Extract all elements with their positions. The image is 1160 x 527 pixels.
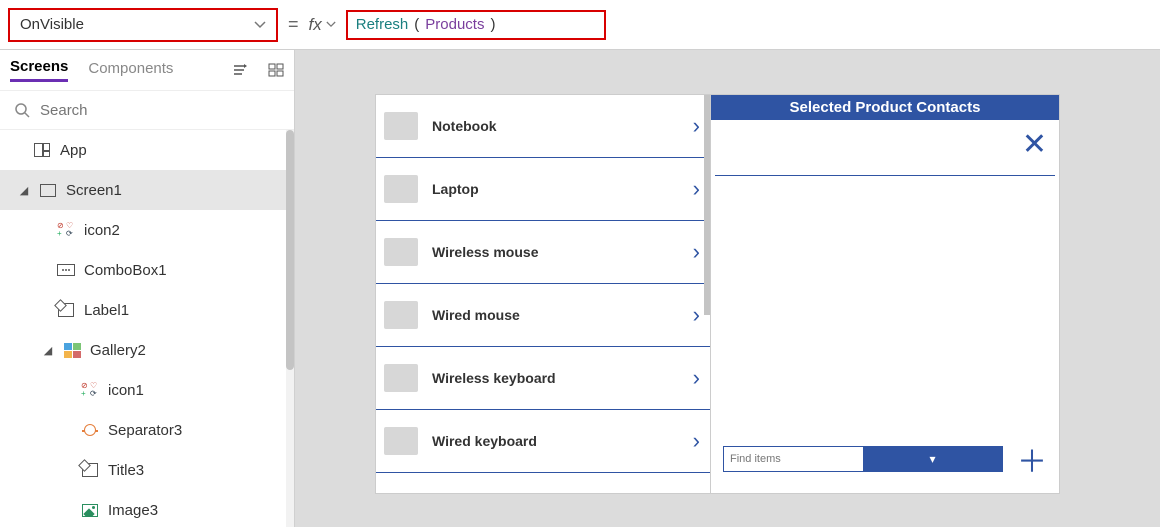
- tree-item-label1[interactable]: Label1: [0, 290, 294, 330]
- separator-icon: [82, 424, 98, 436]
- app-preview: Notebook › Laptop › Wireless mouse › Wir…: [375, 94, 1060, 494]
- tree-item-separator3[interactable]: Separator3: [0, 410, 294, 450]
- formula-token-func: Refresh: [356, 16, 409, 33]
- combobox-placeholder: Find items: [724, 453, 863, 465]
- fx-label[interactable]: fx: [309, 15, 336, 35]
- detail-panel: Selected Product Contacts ✕ Find items ▾…: [711, 95, 1059, 493]
- icon-control-icon: ⊘♡+⟳: [81, 382, 99, 398]
- combobox1-preview[interactable]: Find items ▾: [723, 446, 1003, 472]
- gallery-item[interactable]: Wired mouse ›: [376, 284, 710, 347]
- gallery-item[interactable]: Wireless keyboard ›: [376, 347, 710, 410]
- tree-item-combobox1[interactable]: ComboBox1: [0, 250, 294, 290]
- formula-input[interactable]: Refresh( Products ): [346, 10, 606, 40]
- tree-item-screen1[interactable]: ◢ Screen1: [0, 170, 294, 210]
- chevron-right-icon[interactable]: ›: [693, 176, 700, 202]
- tree-view: App ◢ Screen1 ⊘♡+⟳ icon2 ComboBox1 Label…: [0, 130, 294, 527]
- chevron-right-icon[interactable]: ›: [693, 365, 700, 391]
- tree-scrollbar[interactable]: [286, 130, 294, 527]
- chevron-right-icon[interactable]: ›: [693, 113, 700, 139]
- product-thumb: [384, 238, 418, 266]
- scrollbar-thumb[interactable]: [286, 130, 294, 370]
- gallery-item[interactable]: Laptop ›: [376, 158, 710, 221]
- tab-screens[interactable]: Screens: [10, 58, 68, 82]
- tree-item-image3[interactable]: Image3: [0, 490, 294, 527]
- equals-symbol: =: [288, 14, 299, 35]
- icon-control-icon: ⊘♡+⟳: [57, 222, 75, 238]
- collapse-icon[interactable]: ◢: [18, 184, 30, 197]
- tree-item-icon2[interactable]: ⊘♡+⟳ icon2: [0, 210, 294, 250]
- detail-header: Selected Product Contacts: [711, 95, 1059, 120]
- tree-item-gallery2[interactable]: ◢ Gallery2: [0, 330, 294, 370]
- screen-icon: [40, 184, 56, 197]
- property-value: OnVisible: [20, 16, 84, 33]
- formula-bar: OnVisible = fx Refresh( Products ): [0, 0, 1160, 50]
- chevron-right-icon[interactable]: ›: [693, 239, 700, 265]
- product-thumb: [384, 427, 418, 455]
- product-thumb: [384, 112, 418, 140]
- tree-options-icon[interactable]: [232, 63, 248, 77]
- gallery-item[interactable]: Notebook ›: [376, 95, 710, 158]
- label-icon: [82, 463, 98, 477]
- formula-token-arg: Products: [425, 16, 484, 33]
- collapse-icon[interactable]: ◢: [42, 344, 54, 357]
- close-icon[interactable]: ✕: [1022, 127, 1047, 162]
- product-thumb: [384, 364, 418, 392]
- product-thumb: [384, 175, 418, 203]
- chevron-right-icon[interactable]: ›: [693, 302, 700, 328]
- gallery-item[interactable]: Wired keyboard ›: [376, 410, 710, 473]
- property-dropdown[interactable]: OnVisible: [8, 8, 278, 42]
- search-icon: [14, 102, 30, 118]
- tab-components[interactable]: Components: [88, 60, 173, 81]
- gallery-scrollbar[interactable]: [704, 95, 710, 315]
- gallery2-preview[interactable]: Notebook › Laptop › Wireless mouse › Wir…: [376, 95, 711, 493]
- design-canvas[interactable]: Notebook › Laptop › Wireless mouse › Wir…: [295, 50, 1160, 527]
- separator: [715, 175, 1055, 176]
- chevron-right-icon[interactable]: ›: [693, 428, 700, 454]
- image-icon: [82, 504, 98, 517]
- grid-view-icon[interactable]: [268, 63, 284, 77]
- label-icon: [58, 303, 74, 317]
- product-thumb: [384, 301, 418, 329]
- combobox-icon: [57, 264, 75, 276]
- tree-search[interactable]: [0, 90, 294, 130]
- chevron-down-icon[interactable]: ▾: [863, 447, 1002, 471]
- search-input[interactable]: [40, 102, 280, 119]
- tree-item-title3[interactable]: Title3: [0, 450, 294, 490]
- tree-item-app[interactable]: App: [0, 130, 294, 170]
- tree-tabs: Screens Components: [0, 50, 294, 90]
- add-icon[interactable]: ＋: [1017, 437, 1047, 481]
- app-icon: [34, 143, 50, 157]
- tree-panel: Screens Components App ◢: [0, 50, 295, 527]
- gallery-icon: [64, 343, 81, 358]
- gallery-item[interactable]: Wireless mouse ›: [376, 221, 710, 284]
- tree-item-icon1[interactable]: ⊘♡+⟳ icon1: [0, 370, 294, 410]
- chevron-down-icon: [254, 21, 266, 29]
